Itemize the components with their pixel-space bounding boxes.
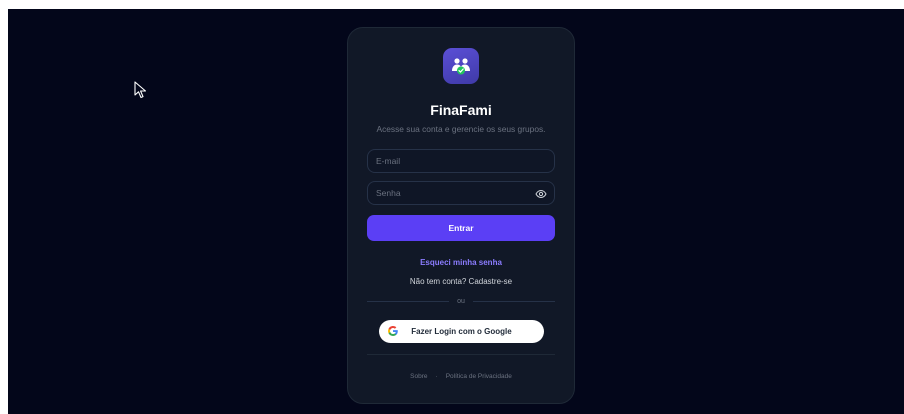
login-button[interactable]: Entrar [367,215,555,241]
about-link[interactable]: Sobre [410,373,427,380]
footer-links: Sobre · Política de Privacidade [348,373,574,380]
email-field-wrapper [367,149,555,173]
forgot-password-link[interactable]: Esqueci minha senha [348,258,574,267]
footer-divider [367,354,555,355]
app-background: FinaFami Acesse sua conta e gerencie os … [8,9,904,414]
mouse-pointer-icon [134,81,147,99]
password-field[interactable] [368,182,554,204]
app-title: FinaFami [430,102,492,118]
google-login-label: Fazer Login com o Google [411,327,512,336]
divider-line-right [472,300,556,302]
email-field[interactable] [368,150,554,172]
google-login-button[interactable]: Fazer Login com o Google [379,320,544,343]
eye-icon[interactable] [535,188,547,200]
signup-link[interactable]: Não tem conta? Cadastre-se [348,277,574,286]
privacy-policy-link[interactable]: Política de Privacidade [446,373,512,380]
password-field-wrapper [367,181,555,205]
divider-line-left [367,300,450,302]
app-logo [443,48,479,84]
footer-separator: · [435,373,438,380]
login-card: FinaFami Acesse sua conta e gerencie os … [347,27,575,404]
or-divider: ou [367,296,556,306]
divider-label: ou [457,297,465,305]
family-users-icon [452,58,470,75]
login-subtitle: Acesse sua conta e gerencie os seus grup… [376,124,546,134]
